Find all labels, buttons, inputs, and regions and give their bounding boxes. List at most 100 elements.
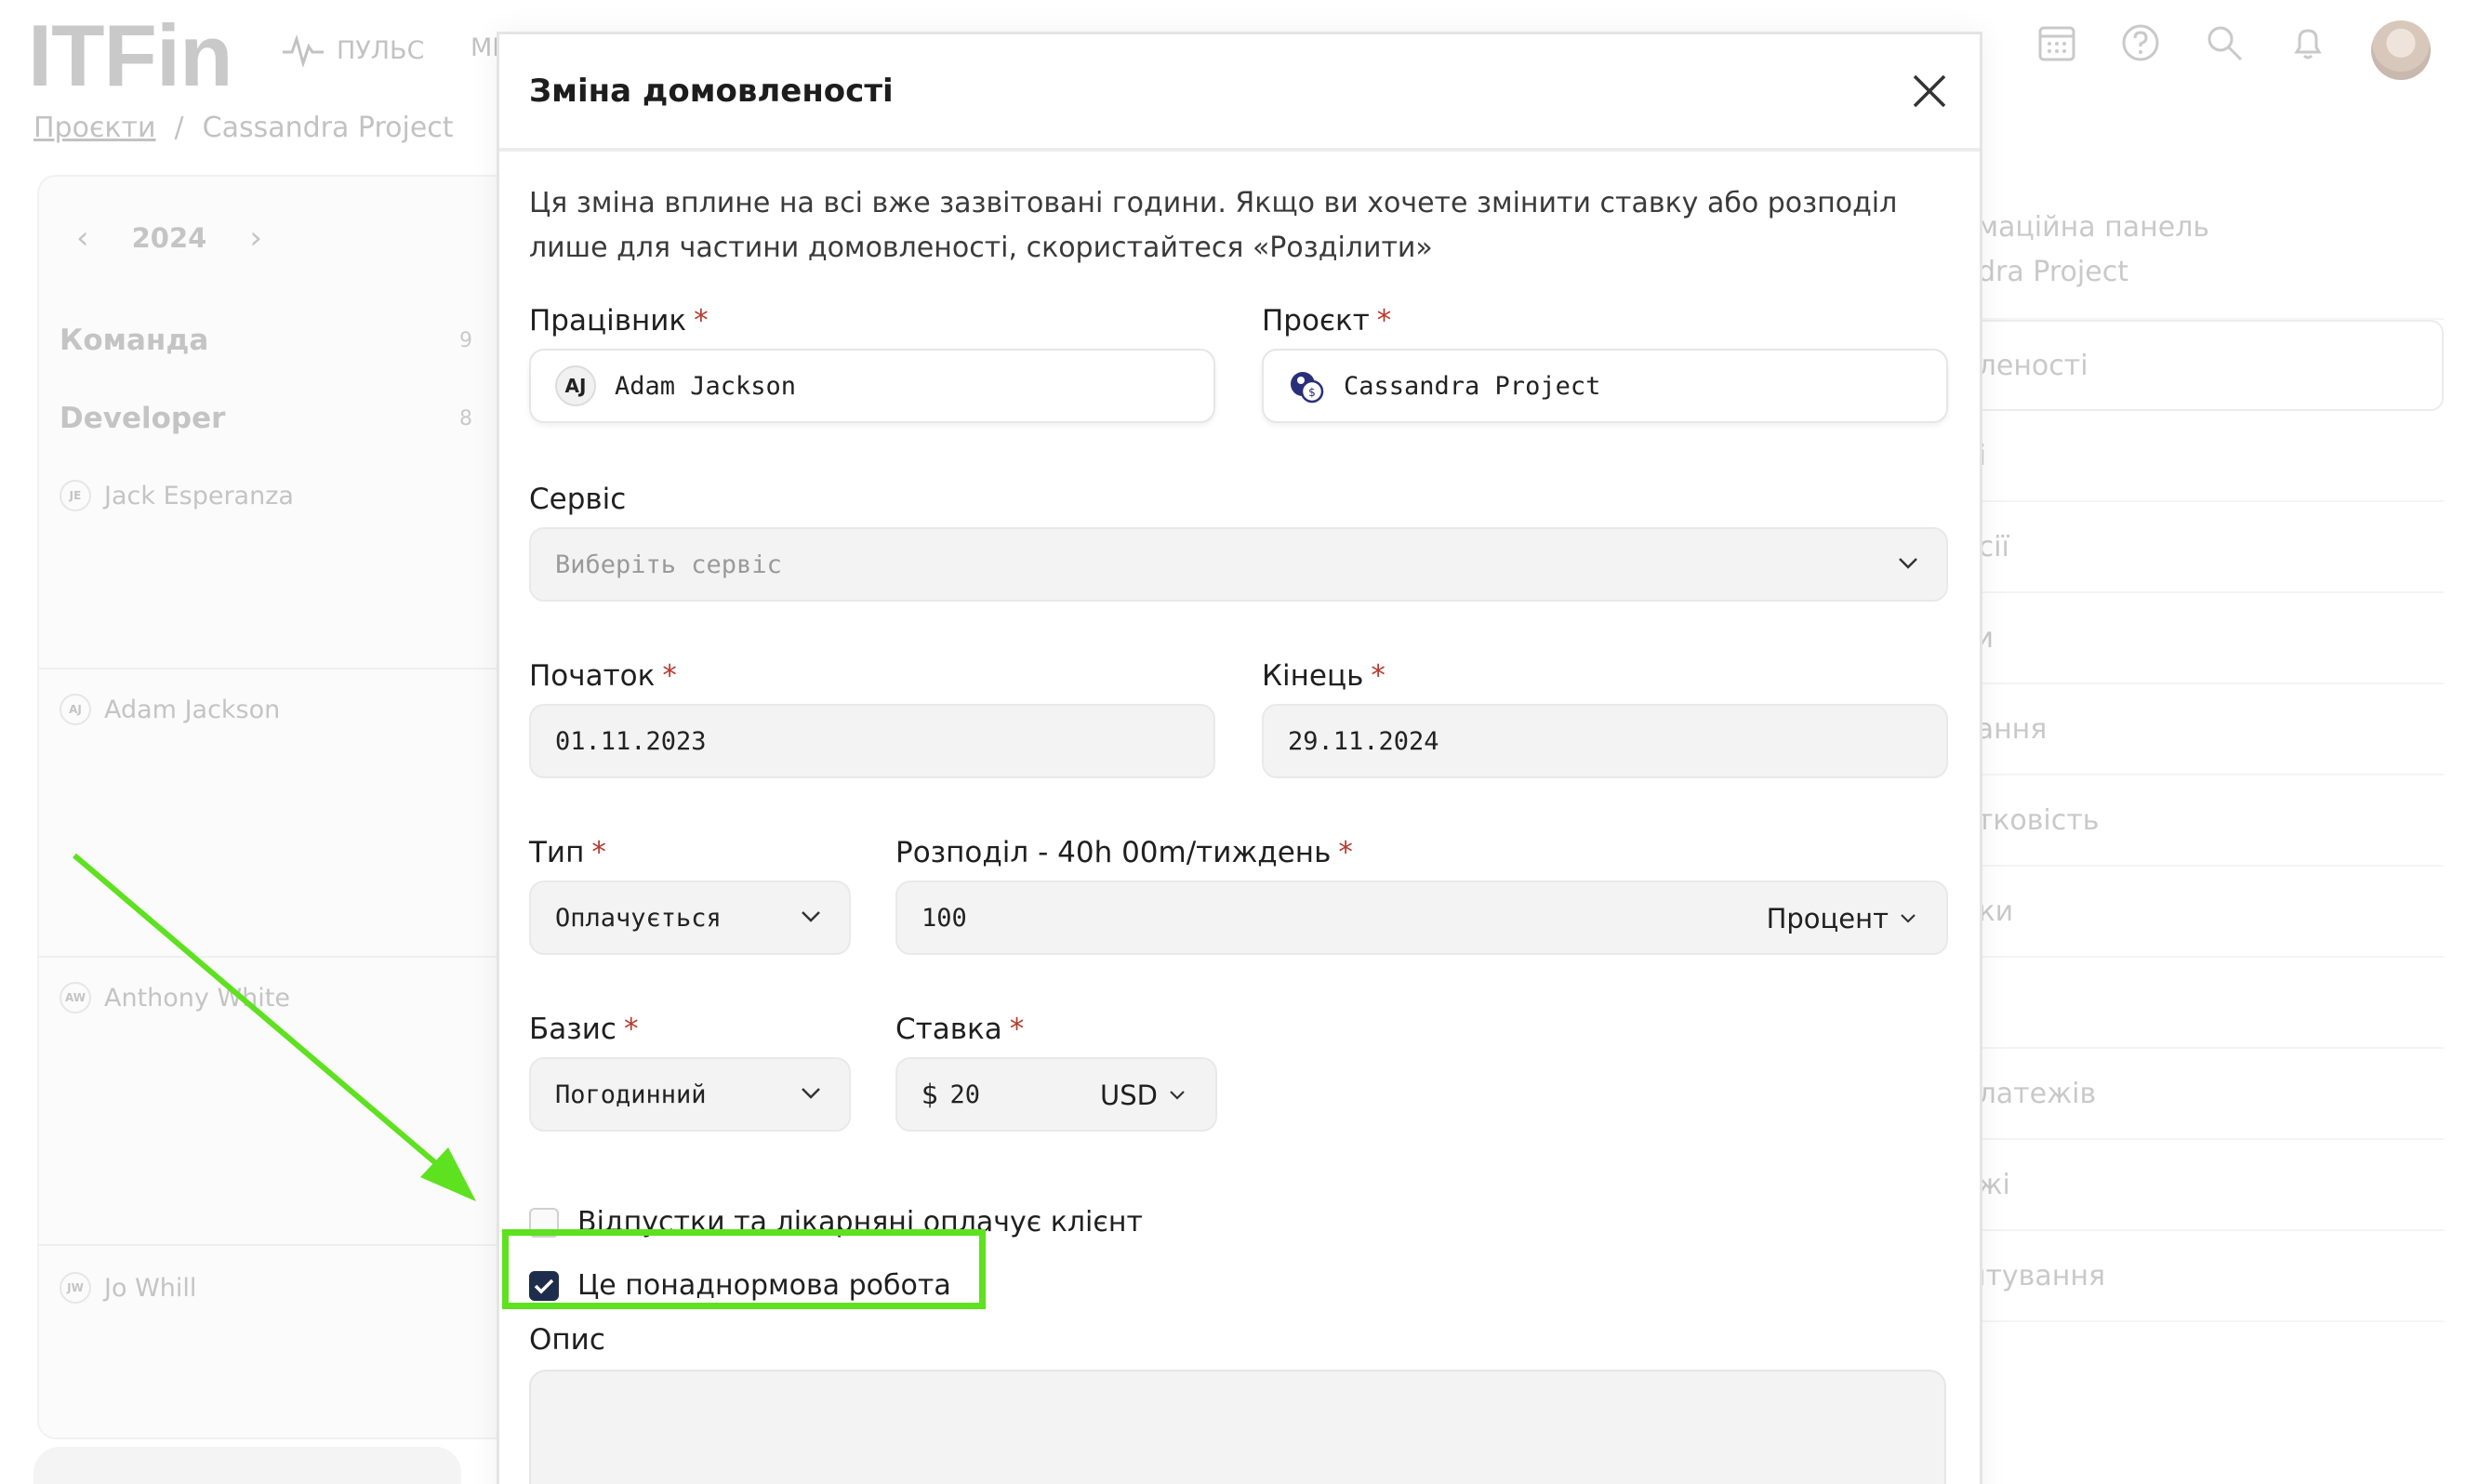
start-date-input[interactable]: 01.11.2023 <box>529 704 1215 778</box>
member-initials: AW <box>60 982 91 1014</box>
member-name: Jo Whill <box>104 1273 197 1303</box>
project-field[interactable]: $ Cassandra Project <box>1262 349 1948 423</box>
rate-label: Ставка * <box>895 1013 1025 1046</box>
group-team-count: 9 <box>459 329 472 352</box>
employee-field[interactable]: AJ Adam Jackson <box>529 349 1215 423</box>
nav-item-partial[interactable]: МІ <box>471 33 499 62</box>
divider <box>39 668 523 669</box>
close-icon <box>1913 74 1946 108</box>
chevron-left-icon[interactable]: ‹ <box>76 219 89 257</box>
side-nav-item-active[interactable]: вленості <box>1953 320 2444 411</box>
currency-code: USD <box>1100 1080 1158 1111</box>
project-value: Cassandra Project <box>1344 371 1601 401</box>
edit-agreement-modal: Зміна домовленості Ця зміна вплине на вс… <box>497 32 1982 1484</box>
project-side-nav: омаційна панель ndra Project вленості ні… <box>1953 182 2444 1322</box>
modal-warning-note: Ця зміна вплине на всі вже зазвітовані г… <box>529 187 1898 264</box>
employee-label: Працівник * <box>529 304 709 338</box>
employee-value: Adam Jackson <box>615 371 797 401</box>
type-value: Оплачується <box>555 903 722 933</box>
breadcrumb-separator: / <box>174 112 184 144</box>
description-label: Опис <box>529 1323 605 1357</box>
side-nav-item[interactable]: ні <box>1953 411 2444 502</box>
service-select[interactable]: Виберіть сервіс <box>529 527 1948 602</box>
group-developer-count: 8 <box>459 407 472 431</box>
breadcrumb-projects-link[interactable]: Проєкти <box>33 112 156 144</box>
project-icon: $ <box>1291 372 1324 404</box>
employee-avatar: AJ <box>555 365 596 406</box>
service-label: Сервіс <box>529 483 627 516</box>
divider <box>39 1244 523 1246</box>
distribution-unit-select[interactable]: Процент <box>1767 903 1916 934</box>
vacation-paid-by-client-checkbox[interactable] <box>529 1207 559 1238</box>
modal-title: Зміна домовленості <box>529 73 894 110</box>
side-nav-item[interactable]: нсії <box>1953 502 2444 593</box>
service-placeholder: Виберіть сервіс <box>555 550 782 579</box>
bottom-tabs[interactable] <box>33 1447 461 1484</box>
svg-text:$: $ <box>1308 386 1316 399</box>
type-label: Тип * <box>529 836 606 869</box>
modal-header: Зміна домовленості <box>499 34 1980 152</box>
top-toolbar <box>2036 22 2328 63</box>
side-nav-item[interactable]: штування <box>1953 1231 2444 1322</box>
breadcrumb: Проєкти / Cassandra Project <box>33 112 454 144</box>
side-nav-item[interactable]: ики <box>1953 867 2444 958</box>
chevron-down-icon <box>802 1088 820 1099</box>
end-date-input[interactable]: 29.11.2024 <box>1262 704 1948 778</box>
side-nav-item[interactable]: платежів <box>1953 1049 2444 1140</box>
description-textarea[interactable] <box>529 1370 1946 1484</box>
team-member[interactable]: JW Jo Whill <box>60 1272 196 1304</box>
checkmark-icon <box>534 1279 554 1293</box>
start-label: Початок * <box>529 659 677 693</box>
member-initials: AJ <box>60 694 91 725</box>
close-button[interactable] <box>1907 69 1952 113</box>
side-nav-item[interactable]: си <box>1953 593 2444 684</box>
side-nav-item[interactable]: омаційна панель ndra Project <box>1953 182 2444 320</box>
chevron-down-icon <box>1170 1091 1185 1100</box>
overtime-checkbox[interactable] <box>529 1270 559 1301</box>
currency-symbol: $ <box>921 1079 939 1110</box>
distribution-input[interactable]: 100 Процент <box>895 881 1948 955</box>
help-icon[interactable] <box>2120 22 2161 63</box>
bell-icon[interactable] <box>2287 22 2328 63</box>
nav-pulse[interactable]: ПУЛЬС <box>281 33 424 67</box>
side-nav-item[interactable]: ежі <box>1953 1140 2444 1231</box>
side-nav-item[interactable]: вання <box>1953 684 2444 775</box>
distribution-value: 100 <box>921 903 967 933</box>
chevron-down-icon <box>1901 914 1916 923</box>
nav-pulse-label: ПУЛЬС <box>337 35 425 65</box>
member-initials: JE <box>60 480 91 511</box>
rate-input[interactable]: $ 20 USD <box>895 1057 1217 1132</box>
basis-select[interactable]: Погодинний <box>529 1057 851 1132</box>
group-team[interactable]: Команда <box>60 324 208 357</box>
overtime-row[interactable]: Це понаднормова робота <box>529 1269 951 1302</box>
member-name: Adam Jackson <box>104 695 281 724</box>
member-name: Jack Esperanza <box>104 481 294 510</box>
type-select[interactable]: Оплачується <box>529 881 851 955</box>
team-member[interactable]: JE Jack Esperanza <box>60 480 294 511</box>
distribution-label: Розподіл - 40h 00m/тиждень * <box>895 836 1353 869</box>
basis-value: Погодинний <box>555 1080 707 1109</box>
side-nav-item[interactable]: утковість <box>1953 775 2444 867</box>
team-member[interactable]: AW Anthony White <box>60 982 290 1014</box>
end-label: Кінець * <box>1262 659 1385 693</box>
team-panel: ‹ 2024 › Команда 9 Developer 8 JE Jack E… <box>37 175 523 1439</box>
year-switcher: ‹ 2024 › <box>76 219 262 257</box>
member-name: Anthony White <box>104 983 290 1013</box>
app-logo[interactable]: ITFin <box>28 6 232 106</box>
user-avatar[interactable] <box>2371 20 2431 80</box>
pulse-icon <box>283 33 324 67</box>
vacation-paid-by-client-label: Відпустки та лікарняні оплачує клієнт <box>577 1206 1143 1239</box>
rate-value: 20 <box>949 1080 980 1109</box>
year-label: 2024 <box>131 222 207 254</box>
chevron-right-icon[interactable]: › <box>249 219 262 257</box>
team-member[interactable]: AJ Adam Jackson <box>60 694 280 725</box>
member-initials: JW <box>60 1272 91 1304</box>
currency-select[interactable]: USD <box>1100 1080 1186 1111</box>
group-developer[interactable]: Developer <box>60 402 225 435</box>
search-icon[interactable] <box>2204 22 2245 63</box>
distribution-unit: Процент <box>1766 903 1889 934</box>
side-nav-item[interactable] <box>1953 958 2444 1049</box>
project-label: Проєкт * <box>1262 304 1392 338</box>
calendar-icon[interactable] <box>2036 22 2077 63</box>
vacation-paid-by-client-row[interactable]: Відпустки та лікарняні оплачує клієнт <box>529 1206 1143 1239</box>
